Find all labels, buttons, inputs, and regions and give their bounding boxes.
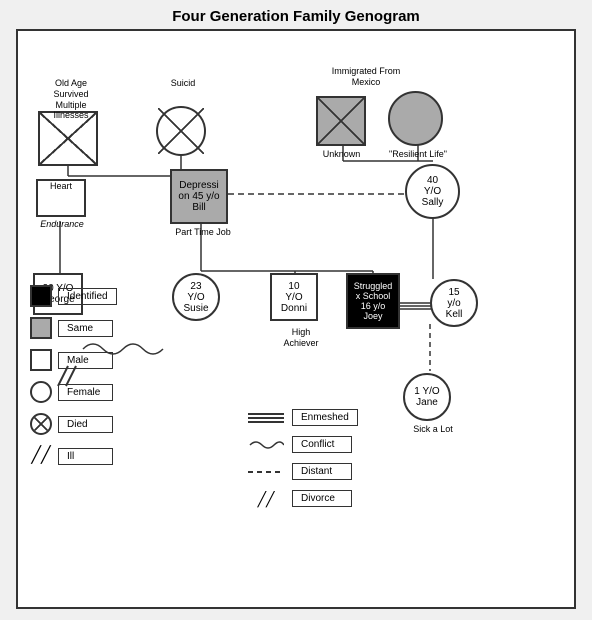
legend-ill-icon: ╱╱ [30, 445, 52, 467]
depression-bill-box: Depression 45 y/oBill [170, 169, 228, 224]
legend-male-label: Male [58, 352, 113, 369]
unknown-box [316, 96, 366, 146]
legend-female-label: Female [58, 384, 113, 401]
legend-died-label: Died [58, 416, 113, 433]
resilient-circle [388, 91, 443, 146]
legend-same-icon [30, 317, 52, 339]
sick-lot-label: Sick a Lot [398, 424, 468, 435]
suicid-label: Suicid [158, 78, 208, 89]
joey-box: Struggledx School16 y/oJoey [346, 273, 400, 329]
jane-text: 1 Y/OJane [414, 386, 439, 408]
legend-distant-label: Distant [292, 463, 352, 480]
legend-distant-icon [248, 471, 284, 473]
legend-identified-icon [30, 285, 52, 307]
legend-identified-label: Identified [58, 288, 117, 305]
legend-identified: Identified Same Male Female Died ╱╱ Ill [30, 285, 117, 477]
legend-female-icon [30, 381, 52, 403]
legend-enmeshed-icon [248, 413, 284, 423]
legend-divorce-icon: ╱╱ [248, 492, 284, 506]
resilient-label: "Resilient Life" [378, 149, 458, 160]
legend-ill-label: Ill [58, 448, 113, 465]
heart-label: Heart [38, 181, 84, 192]
unknown-label: Unknown [314, 149, 369, 160]
legend-divorce-label: Divorce [292, 490, 352, 507]
joey-text: Struggledx School16 y/oJoey [354, 281, 393, 321]
depression-bill-text: Depression 45 y/oBill [178, 180, 219, 213]
sally-text: 40Y/OSally [422, 175, 444, 208]
susie-circle: 23Y/OSusie [172, 273, 220, 321]
legend-enmeshed-label: Enmeshed [292, 409, 358, 426]
legend-same-label: Same [58, 320, 113, 337]
donni-text: 10Y/ODonni [281, 281, 307, 314]
endurance-label: Endurance [32, 219, 92, 230]
legend-conflict-icon [248, 437, 284, 453]
sally-circle: 40Y/OSally [405, 164, 460, 219]
donni-box: 10Y/ODonni [270, 273, 318, 321]
kell-circle: 15y/oKell [430, 279, 478, 327]
legend-lines: Enmeshed Conflict Distant ╱╱ Divorce [248, 409, 358, 517]
old-age-label: Old AgeSurvivedMultipleIllnesses [36, 78, 106, 121]
kell-text: 15y/oKell [446, 287, 463, 320]
suicid-circle [156, 106, 206, 156]
legend-conflict-label: Conflict [292, 436, 352, 453]
part-time-label: Part Time Job [163, 227, 243, 238]
immigrated-label: Immigrated FromMexico [316, 66, 416, 88]
susie-text: 23Y/OSusie [183, 281, 208, 314]
genogram-diagram: Old AgeSurvivedMultipleIllnesses Suicid … [16, 29, 576, 609]
legend-male-icon [30, 349, 52, 371]
jane-circle: 1 Y/OJane [403, 373, 451, 421]
legend-died-icon [30, 413, 52, 435]
page-title: Four Generation Family Genogram [0, 0, 592, 29]
high-achiever-label: HighAchiever [266, 327, 336, 349]
